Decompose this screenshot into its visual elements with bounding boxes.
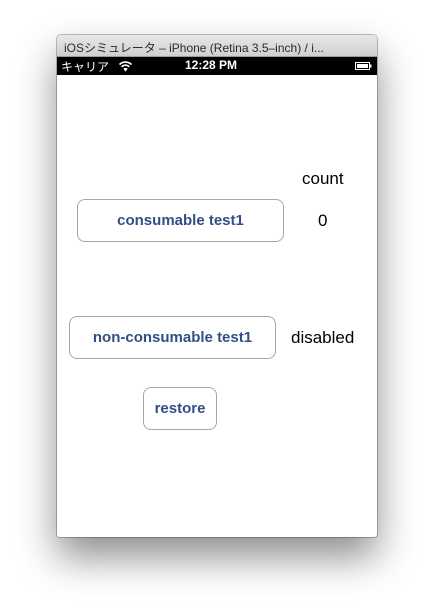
window-title: iOSシミュレータ – iPhone (Retina 3.5–inch) / i… xyxy=(64,41,324,55)
consumable-test1-button[interactable]: consumable test1 xyxy=(77,199,284,242)
status-label: disabled xyxy=(291,328,355,347)
status-bar: キャリア 12:28 PM xyxy=(57,57,377,75)
restore-button-label: restore xyxy=(154,400,206,417)
count-value: 0 xyxy=(318,211,328,230)
app-screen: count consumable test1 0 non-consumable … xyxy=(57,75,377,537)
carrier-name: キャリア xyxy=(61,60,110,74)
non-consumable-test1-button[interactable]: non-consumable test1 xyxy=(69,316,276,359)
non-consumable-test1-button-label: non-consumable test1 xyxy=(92,329,253,346)
wifi-icon xyxy=(118,61,133,72)
clock: 12:28 PM xyxy=(185,58,238,72)
restore-button[interactable]: restore xyxy=(143,387,217,430)
count-label: count xyxy=(302,169,344,188)
simulator-window: iOSシミュレータ – iPhone (Retina 3.5–inch) / i… xyxy=(57,35,377,537)
battery-icon xyxy=(355,62,372,70)
window-titlebar[interactable]: iOSシミュレータ – iPhone (Retina 3.5–inch) / i… xyxy=(57,35,377,57)
consumable-test1-button-label: consumable test1 xyxy=(117,212,244,229)
